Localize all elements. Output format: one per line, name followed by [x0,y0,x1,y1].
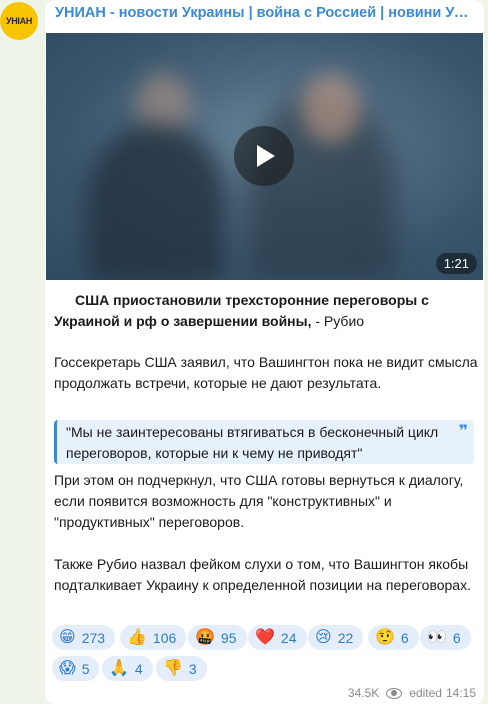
headline-attribution: - Рубио [311,313,365,329]
pray-emoji-icon: 🙏 [109,659,129,677]
reaction-pray[interactable]: 🙏 4 [102,656,153,681]
reaction-crying[interactable]: 😢 22 [308,625,364,650]
quote-text: "Мы не заинтересованы втягиваться в беск… [66,424,439,461]
reaction-heart[interactable]: ❤️ 24 [248,625,307,650]
eyes-emoji-icon: 👀 [427,628,447,646]
reaction-angry[interactable]: 🤬 95 [188,625,247,650]
heart-emoji-icon: ❤️ [255,628,275,646]
skeptical-emoji-icon: 🤨 [375,628,395,646]
post-paragraph: Также Рубио назвал фейком слухи о том, ч… [54,556,471,593]
video-preview[interactable]: 1:21 [46,33,483,280]
thumbs-down-emoji-icon: 👎 [163,659,183,677]
video-frame-blur [301,73,361,143]
post-paragraph: При этом он подчеркнул, что США готовы в… [54,472,464,530]
message-bubble: УНИАН - новости Украины | война с Россие… [45,0,484,704]
reaction-count: 273 [81,629,106,646]
reaction-scream[interactable]: 😱 5 [52,656,100,681]
reaction-count: 5 [81,660,90,677]
post-headline: США приостановили трехсторонние перегово… [54,290,478,332]
reaction-thumbs-down[interactable]: 👎 3 [156,656,207,681]
edited-label: edited [409,686,442,700]
grin-emoji-icon: 😁 [59,628,76,646]
reaction-count: 4 [134,660,143,677]
reaction-skeptical[interactable]: 🤨 6 [368,625,419,650]
post-paragraph: Госсекретарь США заявил, что Вашингтон п… [54,354,478,391]
view-count: 34.5K [347,686,380,700]
angry-emoji-icon: 🤬 [195,628,215,646]
reaction-count: 95 [220,629,237,646]
post-quote: "Мы не заинтересованы втягиваться в беск… [54,420,474,464]
message-meta: 34.5K edited 14:15 [348,686,476,700]
channel-avatar[interactable]: УНІАН [0,2,38,40]
reaction-grin[interactable]: 😁 273 [52,625,116,650]
crying-emoji-icon: 😢 [315,628,332,646]
play-icon [257,145,275,167]
reaction-count: 6 [452,629,461,646]
reaction-count: 3 [188,660,197,677]
scream-emoji-icon: 😱 [59,659,76,677]
video-frame-blur [86,123,226,280]
eye-icon [386,687,403,699]
reaction-count: 24 [280,629,297,646]
headline-bold: США приостановили трехсторонние перегово… [54,292,429,329]
play-button[interactable] [234,126,294,186]
thumbs-up-emoji-icon: 👍 [127,628,147,646]
reaction-count: 22 [337,629,354,646]
reaction-thumbs-up[interactable]: 👍 106 [120,625,187,650]
message-time: 14:15 [445,686,476,700]
reaction-eyes[interactable]: 👀 6 [420,625,471,650]
reaction-count: 106 [152,629,177,646]
channel-title[interactable]: УНИАН - новости Украины | война с Россие… [55,5,475,21]
reaction-count: 6 [400,629,409,646]
quote-icon: ❞ [458,423,468,440]
video-duration: 1:21 [435,253,477,274]
